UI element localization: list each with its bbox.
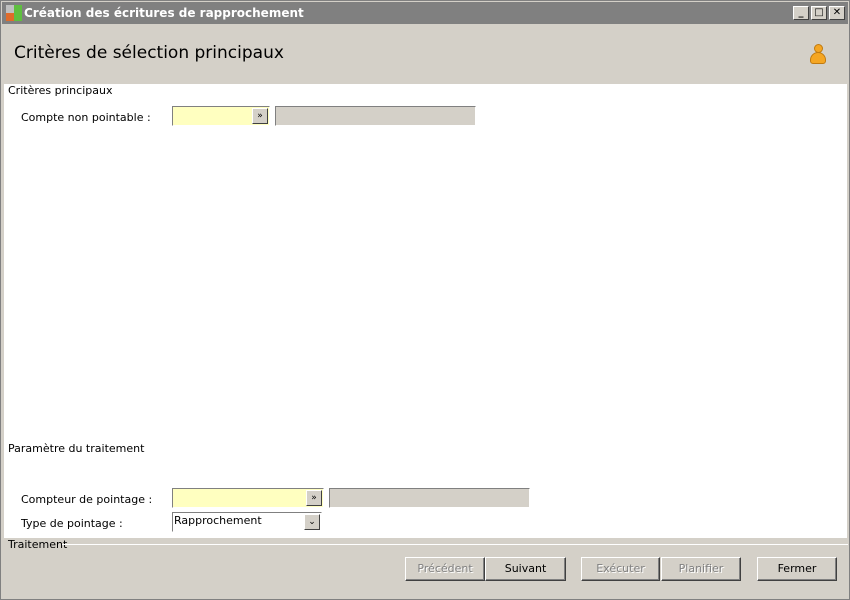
main-criteria-group-label: Critères principaux xyxy=(8,84,117,97)
compteur-combo[interactable]: » xyxy=(172,488,324,508)
fermer-button[interactable]: Fermer xyxy=(757,557,837,581)
footer-panel: Traitement Précédent Suivant Exécuter Pl… xyxy=(2,538,848,599)
minimize-button[interactable]: _ xyxy=(793,6,809,20)
chevron-double-down-icon[interactable]: » xyxy=(306,490,322,506)
page-title: Critères de sélection principaux xyxy=(14,43,284,63)
compteur-label: Compteur de pointage : xyxy=(21,493,153,506)
compte-combo[interactable]: » xyxy=(172,106,270,126)
chevron-down-icon[interactable]: ⌄ xyxy=(304,514,320,530)
main-criteria-divider xyxy=(96,90,847,91)
footer-group-label: Traitement xyxy=(8,538,68,551)
main-window: Création des écritures de rapprochement … xyxy=(0,0,850,600)
suivant-button[interactable]: Suivant xyxy=(485,557,566,581)
params-divider xyxy=(126,448,847,449)
maximize-button[interactable]: □ xyxy=(811,6,827,20)
type-pointage-value: Rapprochement xyxy=(174,514,262,527)
app-icon xyxy=(6,5,22,21)
planifier-button[interactable]: Planifier xyxy=(661,557,741,581)
window-title: Création des écritures de rapprochement xyxy=(24,6,304,20)
executer-button[interactable]: Exécuter xyxy=(581,557,660,581)
close-button[interactable]: ✕ xyxy=(829,6,845,20)
compteur-description xyxy=(329,488,530,508)
type-pointage-select[interactable]: Rapprochement ⌄ xyxy=(172,512,322,532)
title-bar[interactable]: Création des écritures de rapprochement … xyxy=(2,2,848,24)
footer-divider xyxy=(62,544,848,545)
user-icon[interactable] xyxy=(810,44,826,66)
compte-label: Compte non pointable : xyxy=(21,111,151,124)
type-pointage-label: Type de pointage : xyxy=(21,517,123,530)
chevron-double-down-icon[interactable]: » xyxy=(252,108,268,124)
precedent-button[interactable]: Précédent xyxy=(405,557,485,581)
page-header: Critères de sélection principaux xyxy=(2,24,848,84)
params-group-label: Paramètre du traitement xyxy=(8,442,149,455)
criteria-panel: Critères principaux Compte non pointable… xyxy=(4,84,847,538)
compte-description xyxy=(275,106,476,126)
